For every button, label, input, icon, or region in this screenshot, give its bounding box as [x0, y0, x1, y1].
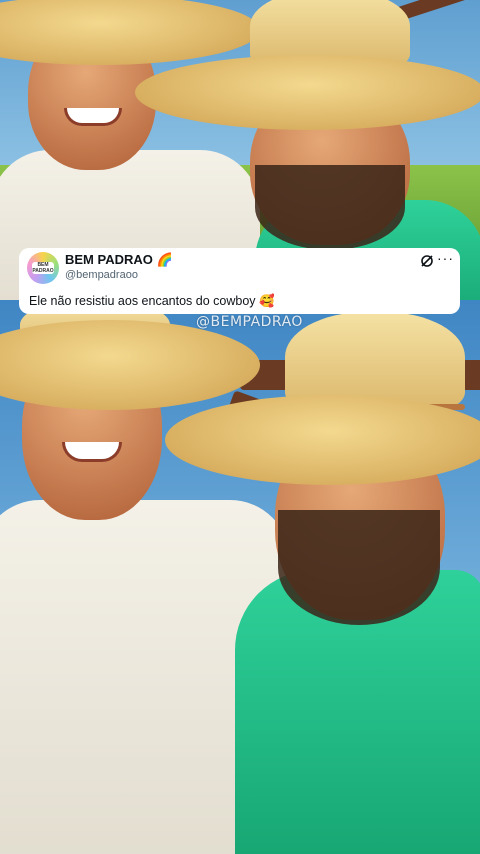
display-name[interactable]: BEM PADRAO 🌈 [65, 252, 173, 268]
tweet-card[interactable]: BEM PADRAO BEM PADRAO 🌈 @bempadraoo ··· … [19, 248, 460, 314]
beard [278, 510, 440, 625]
avatar-label: BEM PADRAO [32, 262, 54, 274]
user-handle[interactable]: @bempadraoo [65, 269, 138, 281]
grok-icon[interactable] [420, 254, 434, 268]
smile [64, 108, 122, 126]
hat-brim-right [135, 55, 480, 130]
beard [255, 165, 405, 250]
tweet-text: Ele não resistiu aos encantos do cowboy … [29, 294, 275, 308]
hat-brim-right [165, 395, 480, 485]
more-options-icon[interactable]: ··· [437, 250, 454, 266]
bottom-video-frame [0, 300, 480, 854]
watermark: @BEMPADRAO [196, 314, 303, 330]
profile-avatar[interactable]: BEM PADRAO [27, 252, 59, 284]
